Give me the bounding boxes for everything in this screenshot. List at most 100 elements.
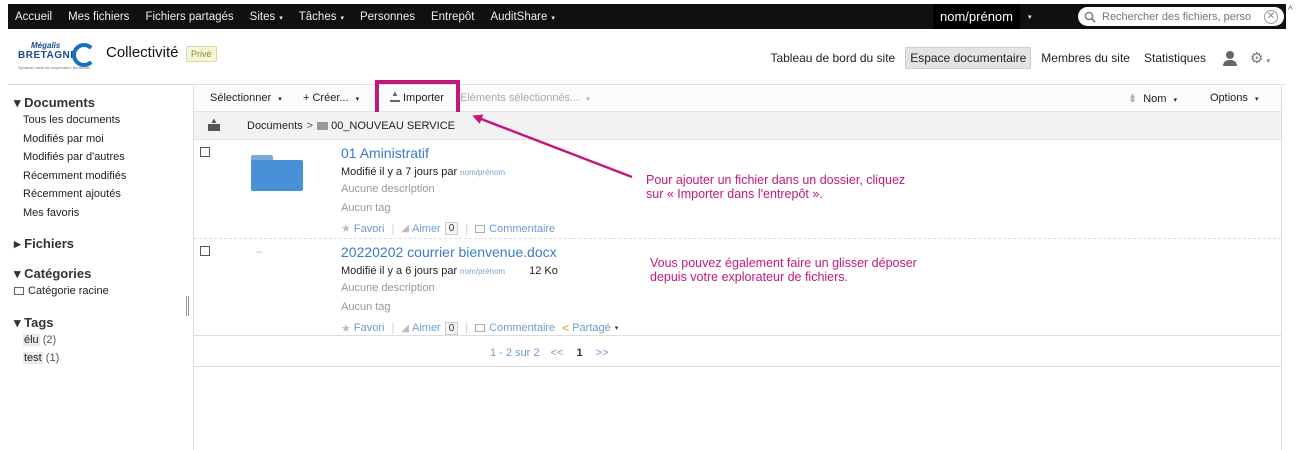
divider: | bbox=[465, 322, 469, 334]
row-tags: Aucun tag bbox=[341, 202, 391, 214]
sidebar-item-favorites[interactable]: Mes favoris bbox=[14, 204, 193, 223]
site-nav-statistics[interactable]: Statistiques bbox=[1140, 48, 1210, 68]
logo-subtitle: Syndicat mixte de coopération territoria… bbox=[18, 65, 91, 70]
chevron-up-icon[interactable]: ^ bbox=[1288, 5, 1293, 16]
gear-icon[interactable]: ⚙ ▾ bbox=[1250, 49, 1270, 67]
person-icon[interactable] bbox=[1222, 50, 1238, 66]
modified-text: Modifié il y a 6 jours par bbox=[341, 265, 458, 277]
favorite-button[interactable]: ★ Favori bbox=[341, 222, 384, 236]
site-nav-dashboard[interactable]: Tableau de bord du site bbox=[766, 48, 899, 68]
sidebar-item-all-documents[interactable]: Tous les documents bbox=[14, 111, 193, 130]
create-menu-button[interactable]: + Créer... ▾ bbox=[303, 92, 359, 104]
site-title[interactable]: Collectivité bbox=[106, 44, 179, 61]
select-menu-button[interactable]: Sélectionner ▾ bbox=[210, 92, 282, 104]
logo-main-text: BRETAGNE bbox=[18, 50, 78, 61]
comment-icon bbox=[475, 324, 486, 332]
selected-items-label: Eléments sélectionnés... bbox=[460, 92, 580, 104]
nav-label: Fichiers partagés bbox=[145, 10, 234, 23]
like-count: 0 bbox=[444, 321, 459, 335]
star-icon: ★ bbox=[341, 322, 351, 335]
pager-prev[interactable]: << bbox=[551, 347, 564, 359]
user-name: nom/prénom bbox=[933, 4, 1020, 29]
site-nav-members[interactable]: Membres du site bbox=[1037, 48, 1134, 68]
divider: | bbox=[391, 322, 395, 334]
row-checkbox[interactable] bbox=[200, 246, 210, 256]
like-button[interactable]: ◢ Aimer 0 bbox=[401, 321, 459, 335]
row-actions: ★ Favori | ◢ Aimer 0 | Commentaire < Partagé… bbox=[341, 321, 618, 335]
chevron-down-icon: ▾ bbox=[1254, 96, 1259, 103]
nav-accueil[interactable]: Accueil bbox=[8, 11, 60, 23]
comment-button[interactable]: Commentaire bbox=[475, 322, 555, 334]
sidebar-resize-handle[interactable] bbox=[186, 296, 189, 316]
divider: | bbox=[465, 222, 469, 235]
sidebar-section-files[interactable]: ▸ Fichiers bbox=[14, 236, 193, 252]
folder-icon[interactable] bbox=[251, 155, 303, 191]
nav-label: AuditShare bbox=[490, 10, 548, 23]
chevron-down-icon: ▾ bbox=[279, 14, 283, 22]
sidebar-item-root-category[interactable]: Catégorie racine bbox=[14, 282, 193, 301]
divider: | bbox=[391, 222, 395, 235]
nav-entrepot[interactable]: Entrepôt bbox=[423, 11, 482, 23]
breadcrumb: Documents>00_NOUVEAU SERVICE bbox=[194, 112, 1281, 140]
sidebar-item-recently-added[interactable]: Récemment ajoutés bbox=[14, 185, 193, 204]
chevron-down-icon: ▾ bbox=[1173, 97, 1178, 104]
row-modified-info: Modifié il y a 7 jours par nom/prénom bbox=[341, 166, 505, 178]
search-input[interactable] bbox=[1102, 10, 1262, 23]
logo[interactable]: Mégalis BRETAGNE Syndicat mixte de coopé… bbox=[18, 41, 98, 75]
document-thumbnail-icon[interactable]: – bbox=[256, 246, 262, 258]
sort-label: Nom bbox=[1143, 93, 1167, 105]
share-icon: < bbox=[562, 321, 570, 335]
share-button[interactable]: < Partagé ▾ bbox=[562, 321, 618, 335]
category-icon bbox=[14, 287, 24, 295]
row-checkbox[interactable] bbox=[200, 147, 210, 157]
select-label: Sélectionner bbox=[210, 92, 272, 104]
sidebar: ▾ Documents Tous les documents Modifiés … bbox=[8, 86, 194, 450]
table-row: – 20220202 courrier bienvenue.docx Modif… bbox=[194, 240, 1281, 336]
sort-menu-button[interactable]: ⇟ Nom ▾ bbox=[1128, 92, 1177, 105]
search-icon bbox=[1084, 11, 1096, 23]
modifier-link[interactable]: nom/prénom bbox=[460, 267, 505, 276]
nav-fichiers-partages[interactable]: Fichiers partagés bbox=[137, 11, 241, 23]
options-menu-button[interactable]: Options ▾ bbox=[1210, 92, 1259, 104]
nav-taches[interactable]: Tâches ▾ bbox=[291, 11, 352, 23]
row-tags: Aucun tag bbox=[341, 301, 391, 313]
sidebar-item-modified-by-me[interactable]: Modifiés par moi bbox=[14, 130, 193, 149]
pager-range: 1 - 2 sur 2 bbox=[490, 347, 540, 359]
selected-items-menu[interactable]: Eléments sélectionnés... ▾ bbox=[460, 92, 590, 104]
folder-up-icon[interactable] bbox=[208, 116, 220, 131]
comment-label: Commentaire bbox=[489, 222, 556, 235]
site-nav-document-library[interactable]: Espace documentaire bbox=[905, 47, 1032, 69]
row-title-link[interactable]: 20220202 courrier bienvenue.docx bbox=[341, 244, 557, 260]
modifier-link[interactable]: nom/prénom bbox=[460, 168, 505, 177]
comment-label: Commentaire bbox=[489, 322, 556, 334]
nav-label: Accueil bbox=[15, 10, 53, 23]
breadcrumb-root[interactable]: Documents bbox=[247, 120, 303, 132]
sidebar-tag-test[interactable]: test (1) bbox=[14, 349, 193, 368]
comment-button[interactable]: Commentaire bbox=[475, 223, 555, 235]
nav-personnes[interactable]: Personnes bbox=[352, 11, 423, 23]
favorite-button[interactable]: ★ Favori bbox=[341, 322, 384, 335]
nav-mes-fichiers[interactable]: Mes fichiers bbox=[60, 11, 137, 23]
close-icon[interactable]: ✕ bbox=[1264, 9, 1278, 24]
nav-auditshare[interactable]: AuditShare ▾ bbox=[482, 11, 562, 23]
nav-label: Sites bbox=[249, 10, 276, 23]
nav-label: Tâches bbox=[298, 10, 337, 23]
like-button[interactable]: ◢ Aimer 0 bbox=[401, 222, 459, 235]
sidebar-item-modified-by-others[interactable]: Modifiés par d'autres bbox=[14, 148, 193, 167]
chevron-down-icon: ▾ bbox=[340, 14, 344, 22]
share-label: Partagé bbox=[572, 322, 611, 334]
annotation-line: Pour ajouter un fichier dans un dossier,… bbox=[646, 173, 906, 187]
like-count: 0 bbox=[444, 222, 459, 235]
search-box: ✕ bbox=[1078, 7, 1284, 26]
sidebar-item-recently-modified[interactable]: Récemment modifiés bbox=[14, 167, 193, 186]
row-title-link[interactable]: 01 Aministratif bbox=[341, 145, 429, 161]
sidebar-section-tags[interactable]: ▾ Tags bbox=[14, 315, 193, 331]
sidebar-tag-elu[interactable]: élu (2) bbox=[14, 331, 193, 350]
user-menu[interactable]: nom/prénom ▾ bbox=[933, 4, 1032, 29]
sidebar-section-documents[interactable]: ▾ Documents bbox=[14, 95, 193, 111]
pager-next[interactable]: >> bbox=[596, 347, 609, 359]
row-actions: ★ Favori | ◢ Aimer 0 | Commentaire bbox=[341, 222, 555, 235]
nav-sites[interactable]: Sites ▾ bbox=[242, 11, 291, 23]
site-navigation: Tableau de bord du site Espace documenta… bbox=[760, 47, 1270, 69]
sidebar-section-categories[interactable]: ▾ Catégories bbox=[14, 266, 193, 282]
